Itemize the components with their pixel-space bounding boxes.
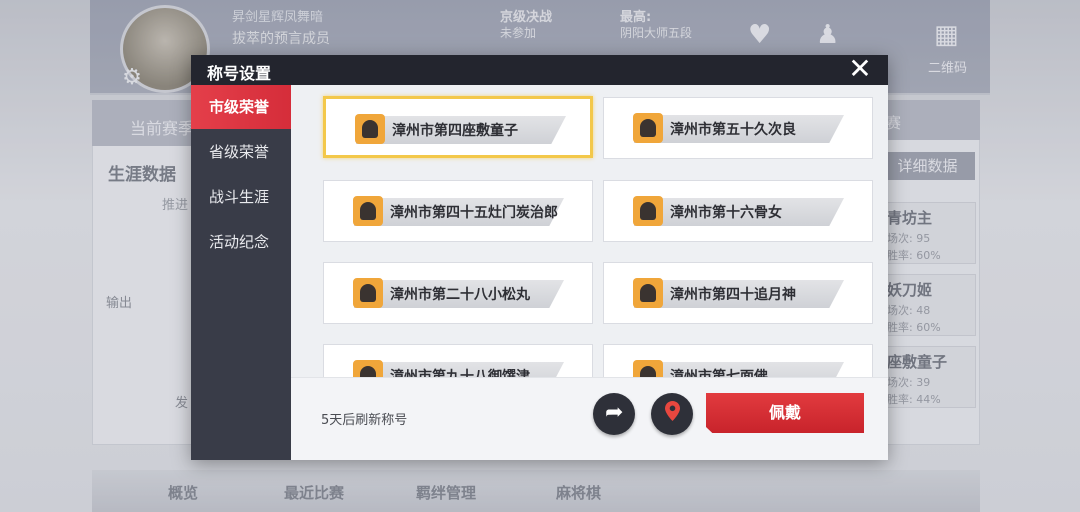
- sidebar-item-province-honor[interactable]: 省级荣誉: [191, 130, 291, 174]
- title-label: 漳州市第五十久次良: [670, 122, 796, 138]
- title-card[interactable]: 漳州市第四座敷童子: [323, 96, 593, 158]
- share-button[interactable]: ➦: [593, 393, 635, 435]
- share-arrow-icon: ➦: [605, 400, 624, 425]
- title-label: 漳州市第四十五灶门炭治郎: [390, 205, 558, 221]
- title-list-panel: 漳州市第四座敷童子 漳州市第五十久次良 漳州市第四十五灶门炭治郎 漳州市第十六骨…: [291, 85, 888, 460]
- title-label: 漳州市第四座敷童子: [392, 123, 518, 139]
- title-card[interactable]: 漳州市第二十八小松丸: [323, 262, 593, 324]
- dialog-header: 称号设置 ✕: [191, 55, 888, 85]
- title-label: 漳州市第十六骨女: [670, 205, 782, 221]
- map-pin-icon: [665, 401, 680, 421]
- title-card[interactable]: 漳州市第五十久次良: [603, 97, 873, 159]
- title-card[interactable]: 漳州市第七面佛: [603, 344, 873, 377]
- refresh-countdown: 5天后刷新称号: [321, 413, 408, 428]
- samurai-helmet-icon: [353, 360, 383, 377]
- samurai-helmet-icon: [353, 196, 383, 226]
- title-grid[interactable]: 漳州市第四座敷童子 漳州市第五十久次良 漳州市第四十五灶门炭治郎 漳州市第十六骨…: [291, 85, 888, 377]
- title-label: 漳州市第四十追月神: [670, 287, 796, 303]
- wear-button[interactable]: 佩戴: [706, 393, 864, 433]
- dialog-footer: 5天后刷新称号 ➦ 佩戴: [291, 377, 888, 460]
- samurai-helmet-icon: [355, 114, 385, 144]
- title-label: 漳州市第九十八御馔津: [390, 369, 530, 377]
- samurai-helmet-icon: [633, 196, 663, 226]
- title-settings-dialog: 称号设置 ✕ 市级荣誉 省级荣誉 战斗生涯 活动纪念 漳州市第四座敷童子 漳州市…: [191, 55, 888, 460]
- close-icon[interactable]: ✕: [846, 55, 874, 85]
- location-button[interactable]: [651, 393, 693, 435]
- title-card[interactable]: 漳州市第十六骨女: [603, 180, 873, 242]
- title-label: 漳州市第七面佛: [670, 369, 768, 377]
- title-card[interactable]: 漳州市第四十五灶门炭治郎: [323, 180, 593, 242]
- sidebar-item-event-memorial[interactable]: 活动纪念: [191, 220, 291, 264]
- category-sidebar: 市级荣誉 省级荣誉 战斗生涯 活动纪念: [191, 85, 291, 460]
- title-label: 漳州市第二十八小松丸: [390, 287, 530, 303]
- dialog-title: 称号设置: [207, 64, 272, 83]
- sidebar-item-city-honor[interactable]: 市级荣誉: [191, 85, 291, 129]
- title-card[interactable]: 漳州市第九十八御馔津: [323, 344, 593, 377]
- samurai-helmet-icon: [633, 278, 663, 308]
- samurai-helmet-icon: [353, 278, 383, 308]
- sidebar-item-battle-career[interactable]: 战斗生涯: [191, 175, 291, 219]
- samurai-helmet-icon: [633, 360, 663, 377]
- samurai-helmet-icon: [633, 113, 663, 143]
- title-card[interactable]: 漳州市第四十追月神: [603, 262, 873, 324]
